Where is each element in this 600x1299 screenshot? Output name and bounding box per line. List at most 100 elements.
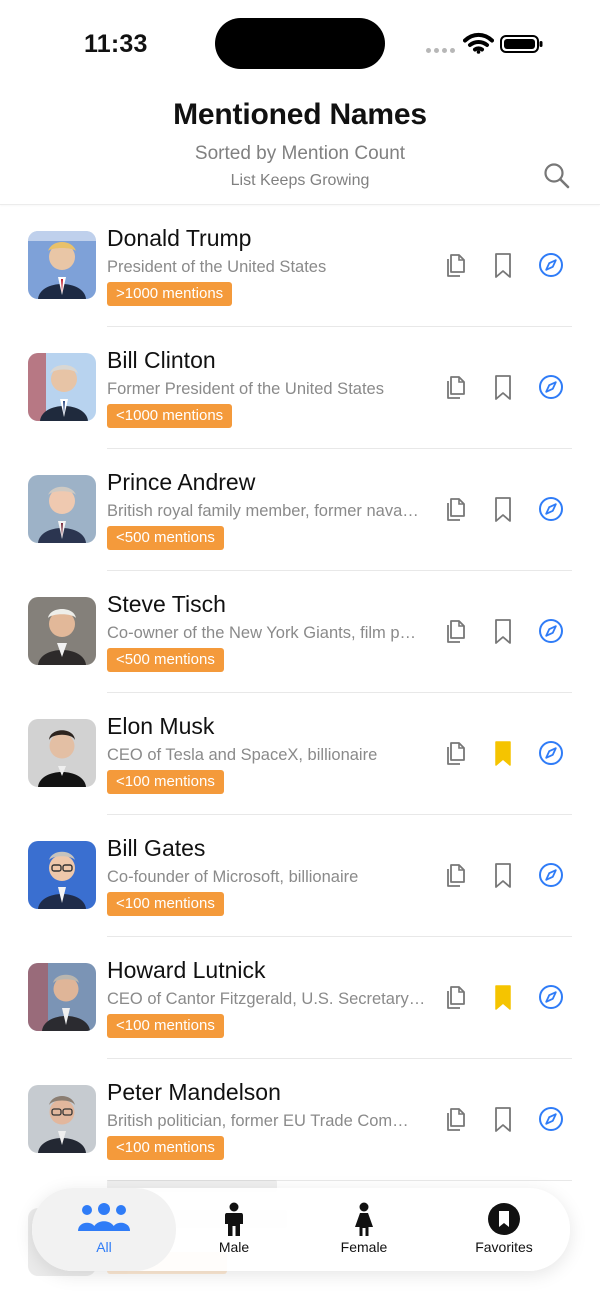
bookmark-outline-icon <box>495 375 511 400</box>
compass-icon <box>539 985 563 1009</box>
open-link-button[interactable] <box>536 494 566 524</box>
page-title: Mentioned Names <box>173 98 427 131</box>
open-link-button[interactable] <box>536 738 566 768</box>
copy-button[interactable] <box>441 250 471 280</box>
cellular-signal-icon <box>426 48 456 54</box>
compass-icon <box>539 253 563 277</box>
avatar <box>28 597 96 665</box>
bookmark-button[interactable] <box>488 738 518 768</box>
person-photo-icon <box>28 231 96 299</box>
compass-icon <box>539 741 563 765</box>
list-item[interactable]: Donald Trump President of the United Sta… <box>0 205 600 327</box>
tab-male[interactable]: Male <box>178 1188 290 1271</box>
person-description: CEO of Cantor Fitzgerald, U.S. Secretary… <box>107 990 426 1008</box>
bookmark-button[interactable] <box>488 494 518 524</box>
copy-icon <box>447 742 465 765</box>
bookmark-outline-icon <box>495 863 511 888</box>
person-description: British royal family member, former nava… <box>107 502 419 520</box>
list-item[interactable]: Elon Musk CEO of Tesla and SpaceX, billi… <box>0 693 600 815</box>
open-link-button[interactable] <box>536 250 566 280</box>
list-item[interactable]: Steve Tisch Co-owner of the New York Gia… <box>0 571 600 693</box>
copy-button[interactable] <box>441 738 471 768</box>
tab-favorites-label: Favorites <box>475 1239 533 1255</box>
avatar <box>28 841 96 909</box>
person-description: Former President of the United States <box>107 380 384 398</box>
list-item[interactable]: Howard Lutnick CEO of Cantor Fitzgerald,… <box>0 937 600 1059</box>
person-name: Prince Andrew <box>107 469 256 495</box>
tab-favorites[interactable]: Favorites <box>442 1188 566 1271</box>
tab-male-label: Male <box>218 1239 250 1255</box>
copy-button[interactable] <box>441 616 471 646</box>
person-description: Co-owner of the New York Giants, film p… <box>107 624 417 642</box>
bookmark-button[interactable] <box>488 860 518 890</box>
copy-button[interactable] <box>441 1104 471 1134</box>
wifi-icon <box>463 32 494 54</box>
compass-icon <box>539 375 563 399</box>
mention-count-badge: <100 mentions <box>107 1136 224 1160</box>
mention-count-badge: <1000 mentions <box>107 404 233 428</box>
copy-button[interactable] <box>441 982 471 1012</box>
mention-count-badge: <100 mentions <box>107 1014 224 1038</box>
copy-icon <box>447 986 465 1009</box>
mention-count-badge: <100 mentions <box>107 892 224 916</box>
person-photo-icon <box>28 841 96 909</box>
bookmark-button[interactable] <box>488 372 518 402</box>
open-link-button[interactable] <box>536 860 566 890</box>
open-link-button[interactable] <box>536 616 566 646</box>
people-group-icon <box>75 1202 133 1237</box>
copy-button[interactable] <box>441 494 471 524</box>
copy-icon <box>447 864 465 887</box>
avatar <box>28 963 96 1031</box>
person-description: CEO of Tesla and SpaceX, billionaire <box>107 746 378 764</box>
person-photo-icon <box>28 963 96 1031</box>
tab-bar: All Male Female Favorites <box>32 1188 570 1271</box>
copy-button[interactable] <box>441 372 471 402</box>
person-description: Co-founder of Microsoft, billionaire <box>107 868 359 886</box>
bookmark-button[interactable] <box>488 616 518 646</box>
avatar <box>28 231 96 299</box>
list-item[interactable]: Bill Gates Co-founder of Microsoft, bill… <box>0 815 600 937</box>
list-item[interactable]: Peter Mandelson British politician, form… <box>0 1059 600 1181</box>
person-description: British politician, former EU Trade Com… <box>107 1112 409 1130</box>
female-person-icon <box>352 1202 376 1241</box>
mention-count-badge: <500 mentions <box>107 526 224 550</box>
open-link-button[interactable] <box>536 372 566 402</box>
list-item[interactable]: Prince Andrew British royal family membe… <box>0 449 600 571</box>
status-time: 11:33 <box>84 30 148 58</box>
copy-icon <box>447 1108 465 1131</box>
page-subtitle: Sorted by Mention Count <box>194 143 406 164</box>
bookmark-outline-icon <box>495 253 511 278</box>
person-name: Elon Musk <box>107 713 215 739</box>
open-link-button[interactable] <box>536 1104 566 1134</box>
bookmark-filled-icon <box>495 985 511 1010</box>
bookmark-button[interactable] <box>488 250 518 280</box>
search-icon <box>544 163 570 189</box>
copy-button[interactable] <box>441 860 471 890</box>
copy-icon <box>447 620 465 643</box>
person-name: Bill Clinton <box>107 347 216 373</box>
bookmark-outline-icon <box>495 1107 511 1132</box>
person-photo-icon <box>28 353 96 421</box>
bookmark-filled-icon <box>495 741 511 766</box>
tab-female[interactable]: Female <box>310 1188 418 1271</box>
person-name: Steve Tisch <box>107 591 226 617</box>
bookmark-button[interactable] <box>488 1104 518 1134</box>
list-item[interactable]: Bill Clinton Former President of the Uni… <box>0 327 600 449</box>
bookmark-button[interactable] <box>488 982 518 1012</box>
compass-icon <box>539 619 563 643</box>
tab-all-label: All <box>96 1239 112 1255</box>
person-name: Bill Gates <box>107 835 206 861</box>
compass-icon <box>539 863 563 887</box>
avatar <box>28 353 96 421</box>
person-name: Howard Lutnick <box>107 957 266 983</box>
bookmark-outline-icon <box>495 619 511 644</box>
search-button[interactable] <box>541 160 573 192</box>
tab-all[interactable]: All <box>32 1188 176 1271</box>
person-name: Peter Mandelson <box>107 1079 281 1105</box>
person-photo-icon <box>28 719 96 787</box>
bookmark-outline-icon <box>495 497 511 522</box>
open-link-button[interactable] <box>536 982 566 1012</box>
person-description: President of the United States <box>107 258 327 276</box>
mention-count-badge: <100 mentions <box>107 770 224 794</box>
copy-icon <box>447 254 465 277</box>
